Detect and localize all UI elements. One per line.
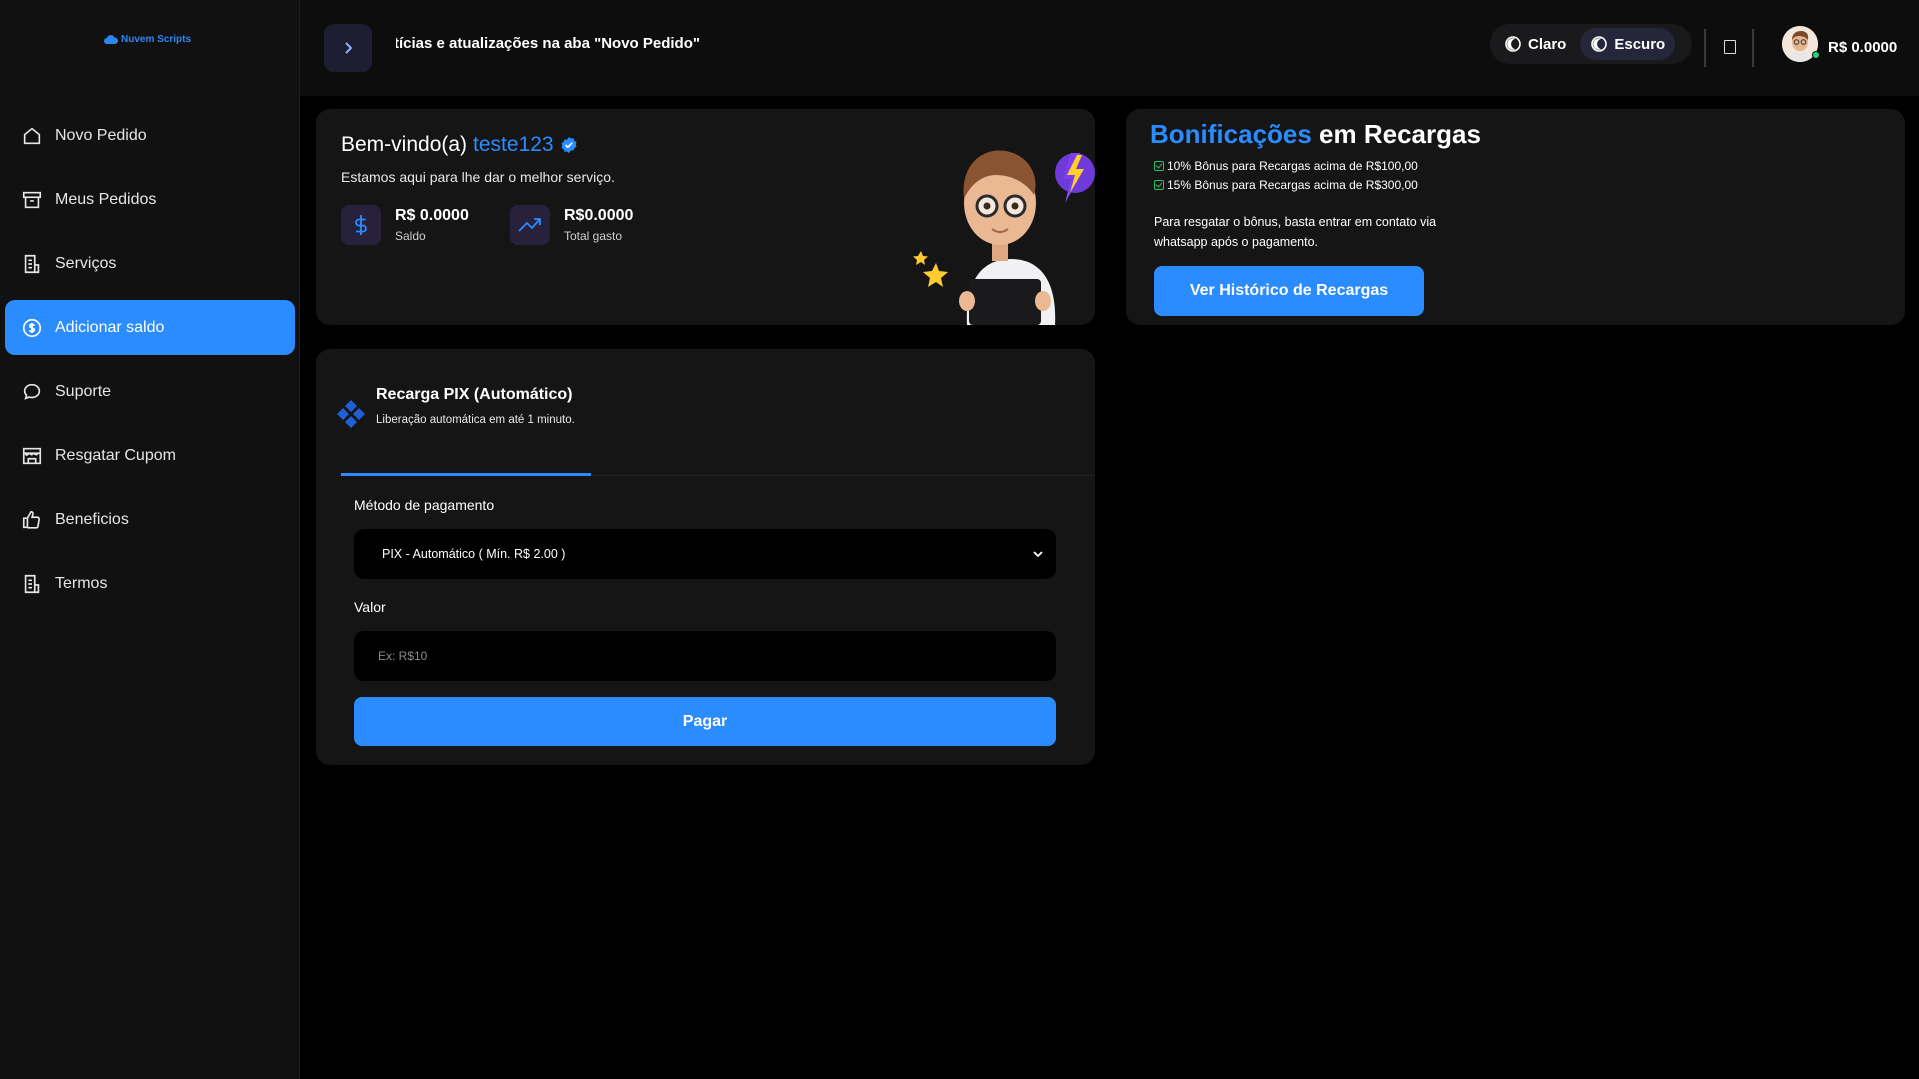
sidebar-item-label: Serviços — [55, 254, 117, 272]
divider — [1704, 29, 1706, 67]
recharge-history-button[interactable]: Ver Histórico de Recargas — [1154, 266, 1424, 316]
sidebar-item-label: Termos — [55, 574, 108, 592]
header-balance: R$ 0.0000 — [1828, 39, 1898, 56]
sidebar-item-label: Suporte — [55, 382, 112, 400]
sidebar-item-meus-pedidos[interactable]: Meus Pedidos — [5, 172, 295, 227]
pix-title: Recarga PIX (Automático) — [376, 386, 573, 403]
spent-stat: R$0.0000 Total gasto — [510, 205, 633, 245]
bonus-title-rest: em Recargas — [1311, 119, 1481, 149]
tab-pix-indicator[interactable] — [341, 473, 591, 476]
theme-light-button[interactable]: Claro — [1494, 28, 1576, 60]
dollar-circle-icon — [22, 318, 42, 337]
theme-dark-button[interactable]: Escuro — [1580, 28, 1676, 60]
amount-label: Valor — [354, 599, 386, 615]
sidebar-nav: Novo Pedido Meus Pedidos Serviços Adicio… — [5, 108, 295, 620]
pix-icon — [337, 400, 365, 428]
divider — [1752, 29, 1754, 67]
balance-value: R$ 0.0000 — [395, 207, 469, 224]
moon-icon — [1505, 36, 1521, 52]
dollar-icon — [341, 205, 381, 245]
sidebar: Nuvem Scripts Novo Pedido Meus Pedidos S… — [0, 0, 300, 1079]
payment-method-select[interactable]: PIX - Automático ( Mín. R$ 2.00 ) — [354, 529, 1056, 579]
brand-logo[interactable]: Nuvem Scripts — [104, 34, 191, 45]
check-icon — [1154, 180, 1164, 190]
store-icon — [22, 447, 42, 464]
sidebar-item-label: Beneficios — [55, 510, 129, 528]
document-icon — [24, 574, 40, 593]
home-icon — [23, 127, 41, 144]
bonus-line: 15% Bônus para Recargas acima de R$300,0… — [1154, 178, 1418, 192]
verified-badge-icon — [561, 137, 577, 153]
pix-recharge-card: Recarga PIX (Automático) Liberação autom… — [316, 349, 1095, 765]
welcome-username: teste123 — [473, 133, 554, 156]
pay-button[interactable]: Pagar — [354, 697, 1056, 746]
amount-input[interactable] — [354, 631, 1056, 681]
payment-method-value: PIX - Automático ( Mín. R$ 2.00 ) — [382, 547, 566, 561]
check-icon — [1154, 161, 1164, 171]
bonus-card: Bonificações em Recargas 10% Bônus para … — [1126, 109, 1905, 325]
welcome-heading: Bem-vindo(a) teste123 — [341, 133, 578, 157]
news-marquee: Notícias e atualizações na aba "Novo Ped… — [396, 35, 710, 52]
bonus-title-highlight: Bonificações — [1150, 119, 1312, 149]
pix-subtitle: Liberação automática em até 1 minuto. — [376, 414, 575, 426]
bonus-title: Bonificações em Recargas — [1150, 119, 1481, 150]
sidebar-item-label: Resgatar Cupom — [55, 446, 176, 464]
theme-light-label: Claro — [1528, 35, 1567, 53]
sidebar-item-label: Adicionar saldo — [55, 318, 165, 336]
moon-icon — [1591, 36, 1608, 52]
topbar: Notícias e atualizações na aba "Novo Ped… — [300, 0, 1919, 96]
fullscreen-icon[interactable] — [1724, 40, 1736, 54]
balance-label: Saldo — [395, 229, 426, 243]
sidebar-item-beneficios[interactable]: Beneficios — [5, 492, 295, 547]
sidebar-item-suporte[interactable]: Suporte — [5, 364, 295, 419]
sidebar-toggle-button[interactable] — [324, 24, 372, 72]
welcome-subtitle: Estamos aqui para lhe dar o melhor servi… — [341, 169, 615, 185]
welcome-greeting: Bem-vindo(a) — [341, 133, 468, 156]
balance-stat: R$ 0.0000 Saldo — [341, 205, 469, 245]
sidebar-item-adicionar-saldo[interactable]: Adicionar saldo — [5, 300, 295, 355]
theme-switch: Claro Escuro — [1490, 24, 1692, 64]
chevron-down-icon — [1033, 551, 1043, 558]
bonus-note: Para resgatar o bônus, basta entrar em c… — [1154, 215, 1437, 249]
payment-method-label: Método de pagamento — [354, 497, 495, 513]
archive-icon — [22, 191, 42, 208]
bonus-line-text: 15% Bônus para Recargas acima de R$300,0… — [1167, 178, 1418, 192]
bonus-line-text: 10% Bônus para Recargas acima de R$100,0… — [1167, 159, 1418, 173]
sidebar-item-novo-pedido[interactable]: Novo Pedido — [5, 108, 295, 163]
spent-label: Total gasto — [564, 229, 623, 243]
welcome-card: Bem-vindo(a) teste123 Estamos aqui para … — [316, 109, 1095, 325]
sidebar-item-label: Meus Pedidos — [55, 190, 157, 208]
theme-dark-label: Escuro — [1614, 35, 1666, 53]
trending-up-icon — [510, 205, 550, 245]
sidebar-item-label: Novo Pedido — [55, 126, 147, 144]
pix-header: Recarga PIX (Automático) Liberação autom… — [316, 349, 1095, 477]
sidebar-item-servicos[interactable]: Serviços — [5, 236, 295, 291]
cloud-icon — [104, 35, 118, 44]
online-status-dot — [1812, 51, 1820, 59]
brand-logo-text: Nuvem Scripts — [121, 34, 192, 45]
list-icon — [24, 254, 40, 273]
mascot-illustration — [913, 150, 1095, 325]
chevron-right-icon — [345, 42, 353, 54]
thumbs-up-icon — [22, 510, 41, 529]
sidebar-item-termos[interactable]: Termos — [5, 556, 295, 611]
sidebar-item-resgatar-cupom[interactable]: Resgatar Cupom — [5, 428, 295, 483]
chat-icon — [23, 383, 41, 400]
bonus-line: 10% Bônus para Recargas acima de R$100,0… — [1154, 159, 1418, 173]
news-marquee-text: Notícias e atualizações na aba "Novo Ped… — [396, 35, 700, 52]
spent-value: R$0.0000 — [564, 207, 634, 224]
